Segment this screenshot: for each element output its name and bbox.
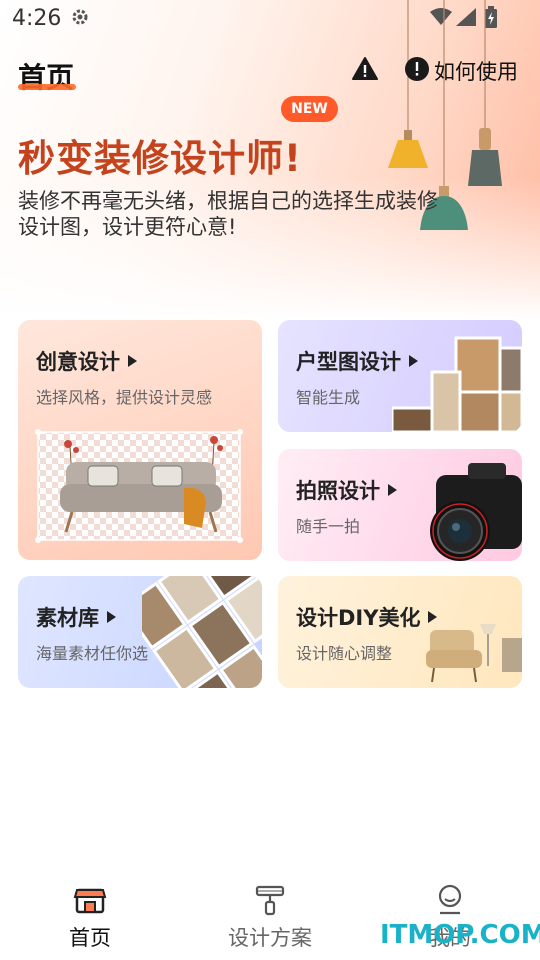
new-badge: NEW — [281, 96, 338, 122]
photo-design-card[interactable]: 拍照设计 随手一拍 — [278, 449, 522, 561]
creative-design-card[interactable]: 创意设计 选择风格，提供设计灵感 — [18, 320, 262, 560]
nav-design-plans[interactable]: 设计方案 — [180, 870, 360, 960]
nav-home[interactable]: 首页 — [0, 870, 180, 960]
creative-design-subtitle: 选择风格，提供设计灵感 — [36, 388, 213, 407]
watermark: ITMOP.COM — [380, 920, 540, 950]
nav-home-label: 首页 — [69, 926, 111, 950]
material-library-title: 素材库 — [36, 602, 116, 632]
photo-design-title: 拍照设计 — [296, 475, 397, 505]
armchair-illustration — [426, 624, 522, 683]
floor-plan-design-card[interactable]: 户型图设计 智能生成 — [278, 320, 522, 432]
hero-title: 秒变装修设计师! — [18, 137, 302, 180]
floor-plan-illustration — [392, 336, 522, 432]
diy-beautify-subtitle: 设计随心调整 — [296, 644, 393, 663]
info-icon[interactable] — [404, 56, 430, 82]
play-arrow-icon — [388, 484, 397, 496]
photo-design-subtitle: 随手一拍 — [296, 517, 361, 536]
material-library-card[interactable]: 素材库 海量素材任你选 — [18, 576, 262, 688]
store-icon — [73, 888, 107, 914]
title-underline — [18, 84, 76, 90]
room-collage-illustration — [142, 576, 262, 688]
diy-beautify-card[interactable]: 设计DIY美化 设计随心调整 — [278, 576, 522, 688]
profile-icon — [438, 884, 462, 915]
warning-icon[interactable] — [352, 56, 378, 82]
camera-illustration — [430, 463, 522, 561]
diy-beautify-title: 设计DIY美化 — [296, 602, 438, 632]
creative-design-title: 创意设计 — [36, 346, 137, 376]
hero-subtitle: 装修不再毫无头绪，根据自己的选择生成装修设计图，设计更符心意! — [18, 189, 438, 239]
how-to-use-link[interactable]: 如何使用 — [434, 56, 518, 86]
page-title: 首页 — [18, 61, 75, 94]
material-library-subtitle: 海量素材任你选 — [36, 644, 149, 663]
floor-plan-design-subtitle: 智能生成 — [296, 388, 361, 407]
play-arrow-icon — [107, 611, 116, 623]
status-time: 4:26 — [12, 6, 62, 31]
paint-roller-icon — [255, 885, 285, 916]
sofa-illustration — [35, 429, 243, 543]
gear-icon — [72, 9, 88, 25]
play-arrow-icon — [128, 355, 137, 367]
nav-design-plans-label: 设计方案 — [228, 926, 312, 950]
